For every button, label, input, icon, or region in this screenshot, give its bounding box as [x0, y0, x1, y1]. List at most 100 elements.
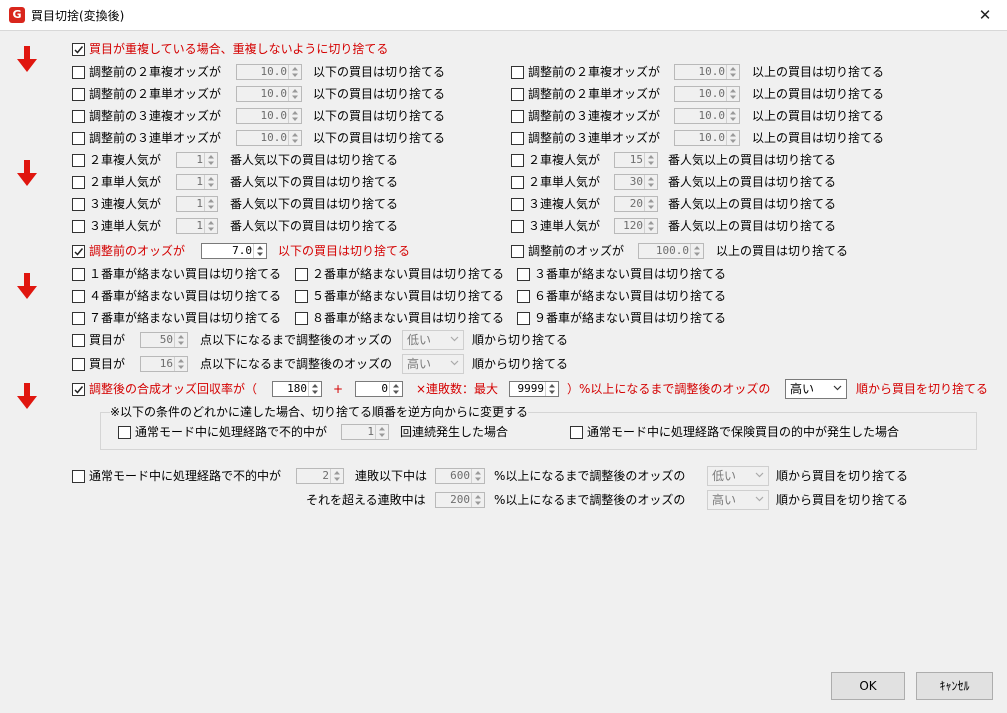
pre-odds-low-checkbox[interactable]	[72, 245, 85, 258]
car-2-checkbox[interactable]	[295, 268, 308, 281]
reverse-miss-checkbox[interactable]	[118, 426, 131, 439]
odds-high-spinner[interactable]: 10.0	[674, 86, 740, 102]
pop-high-checkbox[interactable]	[511, 154, 524, 167]
normal-mode-suffix: 順から買目を切り捨てる	[776, 469, 909, 483]
pop-low-label: ２車単人気が	[89, 175, 162, 189]
car-8-label: ８番車が絡まない買目は切り捨てる	[312, 311, 505, 325]
normal-mode-over-order-select[interactable]: 高い	[707, 490, 769, 510]
pre-odds-high-label: 調整前のオッズが	[528, 244, 625, 258]
composite-max-spinner[interactable]: 9999	[509, 381, 559, 397]
points-high-spinner[interactable]: 16	[140, 356, 188, 372]
pop-high-checkbox[interactable]	[511, 176, 524, 189]
pop-low-checkbox[interactable]	[72, 154, 85, 167]
normal-mode-checkbox[interactable]	[72, 470, 85, 483]
chevron-down-icon	[450, 336, 459, 342]
pop-high-spinner[interactable]: 120	[614, 218, 658, 234]
normal-mode-pct-spinner[interactable]: 600	[435, 468, 485, 484]
points-low-order-select[interactable]: 低い	[402, 330, 464, 350]
composite-order-select[interactable]: 高い	[785, 379, 847, 399]
pop-high-spinner[interactable]: 20	[614, 196, 658, 212]
pre-odds-high-spinner[interactable]: 100.0	[638, 243, 704, 259]
normal-mode-order-select[interactable]: 低い	[707, 466, 769, 486]
pop-low-suffix: 番人気以下の買目は切り捨てる	[230, 153, 399, 167]
normal-mode-loss-spinner[interactable]: 2	[296, 468, 344, 484]
odds-high-spinner[interactable]: 10.0	[674, 108, 740, 124]
reverse-insurance-checkbox[interactable]	[570, 426, 583, 439]
pop-low-label: ２車複人気が	[89, 153, 162, 167]
pop-high-label: ２車複人気が	[528, 153, 601, 167]
car-9-label: ９番車が絡まない買目は切り捨てる	[534, 311, 727, 325]
pre-odds-low-suffix: 以下の買目は切り捨てる	[278, 244, 411, 258]
pop-low-checkbox[interactable]	[72, 176, 85, 189]
odds-high-checkbox[interactable]	[511, 88, 524, 101]
pop-low-checkbox[interactable]	[72, 198, 85, 211]
pop-low-suffix: 番人気以下の買目は切り捨てる	[230, 219, 399, 233]
pop-high-suffix: 番人気以上の買目は切り捨てる	[668, 153, 837, 167]
pop-high-spinner[interactable]: 15	[614, 152, 658, 168]
car-2-label: ２番車が絡まない買目は切り捨てる	[312, 267, 505, 281]
odds-high-suffix: 以上の買目は切り捨てる	[752, 109, 885, 123]
composite-rate-spinner[interactable]: 180	[272, 381, 322, 397]
pop-low-spinner[interactable]: 1	[176, 174, 218, 190]
points-high-checkbox[interactable]	[72, 358, 85, 371]
odds-high-checkbox[interactable]	[511, 110, 524, 123]
dedupe-checkbox[interactable]	[72, 43, 85, 56]
close-button[interactable]: ✕	[963, 0, 1007, 30]
car-4-checkbox[interactable]	[72, 290, 85, 303]
pre-odds-high-suffix: 以上の買目は切り捨てる	[716, 244, 849, 258]
pre-odds-high-checkbox[interactable]	[511, 245, 524, 258]
composite-tail: ）%以上になるまで調整後のオッズの	[567, 382, 771, 396]
odds-low-spinner[interactable]: 10.0	[236, 108, 302, 124]
odds-low-suffix: 以下の買目は切り捨てる	[313, 109, 446, 123]
pop-low-suffix: 番人気以下の買目は切り捨てる	[230, 175, 399, 189]
pop-high-spinner[interactable]: 30	[614, 174, 658, 190]
car-7-checkbox[interactable]	[72, 312, 85, 325]
odds-high-checkbox[interactable]	[511, 132, 524, 145]
points-high-order-select[interactable]: 高い	[402, 354, 464, 374]
odds-low-checkbox[interactable]	[72, 110, 85, 123]
ok-button[interactable]: OK	[831, 672, 905, 700]
car-3-checkbox[interactable]	[517, 268, 530, 281]
pop-high-checkbox[interactable]	[511, 198, 524, 211]
pop-low-spinner[interactable]: 1	[176, 218, 218, 234]
section-arrow-icon	[17, 46, 37, 72]
composite-checkbox[interactable]	[72, 383, 85, 396]
car-8-checkbox[interactable]	[295, 312, 308, 325]
car-7-label: ７番車が絡まない買目は切り捨てる	[89, 311, 282, 325]
car-3-label: ３番車が絡まない買目は切り捨てる	[534, 267, 727, 281]
odds-low-checkbox[interactable]	[72, 132, 85, 145]
composite-suffix: 順から買目を切り捨てる	[856, 382, 989, 396]
reverse-miss-spinner[interactable]: 1	[341, 424, 389, 440]
odds-low-spinner[interactable]: 10.0	[236, 86, 302, 102]
pop-low-checkbox[interactable]	[72, 220, 85, 233]
car-1-checkbox[interactable]	[72, 268, 85, 281]
car-5-checkbox[interactable]	[295, 290, 308, 303]
car-6-checkbox[interactable]	[517, 290, 530, 303]
points-low-spinner[interactable]: 50	[140, 332, 188, 348]
odds-low-suffix: 以下の買目は切り捨てる	[313, 65, 446, 79]
odds-high-label: 調整前の２車複オッズが	[528, 65, 661, 79]
pop-low-spinner[interactable]: 1	[176, 152, 218, 168]
pop-high-label: ３連複人気が	[528, 197, 601, 211]
pop-low-spinner[interactable]: 1	[176, 196, 218, 212]
points-low-suffix: 順から切り捨てる	[472, 333, 569, 347]
odds-low-suffix: 以下の買目は切り捨てる	[313, 87, 446, 101]
points-low-checkbox[interactable]	[72, 334, 85, 347]
odds-low-spinner[interactable]: 10.0	[236, 64, 302, 80]
chevron-down-icon	[755, 472, 764, 478]
normal-mode-over-pct-spinner[interactable]: 200	[435, 492, 485, 508]
odds-low-checkbox[interactable]	[72, 88, 85, 101]
odds-high-spinner[interactable]: 10.0	[674, 64, 740, 80]
car-9-checkbox[interactable]	[517, 312, 530, 325]
composite-add-spinner[interactable]: 0	[355, 381, 403, 397]
pre-odds-low-spinner[interactable]: 7.0	[201, 243, 267, 259]
normal-mode-over-suffix: 順から買目を切り捨てる	[776, 493, 909, 507]
odds-low-label: 調整前の２車単オッズが	[89, 87, 222, 101]
odds-high-checkbox[interactable]	[511, 66, 524, 79]
section-arrow-icon	[17, 160, 37, 186]
odds-low-spinner[interactable]: 10.0	[236, 130, 302, 146]
odds-low-checkbox[interactable]	[72, 66, 85, 79]
pop-high-checkbox[interactable]	[511, 220, 524, 233]
cancel-button[interactable]: ｷｬﾝｾﾙ	[916, 672, 993, 700]
odds-high-spinner[interactable]: 10.0	[674, 130, 740, 146]
